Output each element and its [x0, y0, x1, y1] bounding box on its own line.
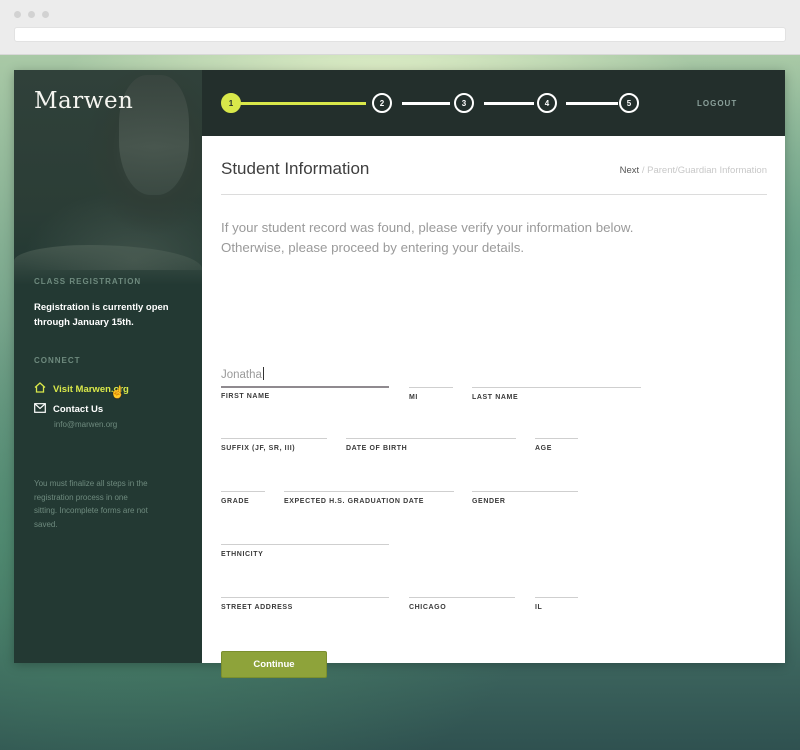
address-bar[interactable] [14, 27, 786, 42]
street-address-field[interactable]: STREET ADDRESS [221, 597, 389, 611]
next-label: Next [619, 165, 640, 176]
state-field[interactable]: IL [535, 597, 578, 611]
date-of-birth-label: DATE OF BIRTH [346, 445, 408, 452]
mi-field[interactable]: MI [409, 387, 453, 401]
step-2[interactable]: 2 [372, 93, 392, 113]
pointer-cursor-icon: ☝ [110, 385, 125, 399]
marwen-logo[interactable]: Marwen [34, 88, 133, 114]
grade-field[interactable]: GRADE [221, 491, 265, 505]
class-registration-heading: CLASS REGISTRATION [34, 277, 142, 286]
sidebar: Marwen CLASS REGISTRATION Registration i… [14, 70, 202, 663]
graduation-date-label: EXPECTED H.S. GRADUATION DATE [284, 498, 425, 505]
main-content: Student Information Next / Parent/Guardi… [202, 136, 785, 678]
progress-header: 1 2 3 4 5 LOGOUT [202, 70, 785, 136]
finalize-note: You must finalize all steps in the regis… [34, 479, 148, 529]
registration-status-text: Registration is currently open through J… [34, 302, 169, 328]
step-5[interactable]: 5 [619, 93, 639, 113]
mi-label: MI [409, 394, 418, 401]
contact-email[interactable]: info@marwen.org [54, 420, 117, 429]
suffix-field[interactable]: SUFFIX (JF, SR, III) [221, 438, 327, 452]
age-label: AGE [535, 445, 552, 452]
next-step-target: / Parent/Guardian Information [641, 165, 767, 176]
gender-field[interactable]: GENDER [472, 491, 578, 505]
contact-us-link[interactable]: Contact Us [34, 403, 103, 416]
first-name-label: FIRST NAME [221, 393, 270, 400]
last-name-field[interactable]: LAST NAME [472, 387, 641, 401]
next-step-link[interactable]: Next / Parent/Guardian Information [620, 165, 767, 176]
progress-segment-4 [566, 102, 618, 105]
grade-label: GRADE [221, 498, 250, 505]
window-controls [14, 11, 49, 18]
intro-text: If your student record was found, please… [221, 220, 634, 255]
close-dot[interactable] [14, 11, 21, 18]
step-3[interactable]: 3 [454, 93, 474, 113]
progress-segment-1 [238, 102, 366, 105]
first-name-value[interactable]: Jonatha [221, 367, 264, 381]
first-name-field[interactable]: Jonatha FIRST NAME [221, 369, 389, 400]
ethnicity-field[interactable]: ETHNICITY [221, 544, 389, 558]
city-field[interactable]: CHICAGO [409, 597, 515, 611]
ethnicity-label: ETHNICITY [221, 551, 264, 558]
title-divider [221, 194, 767, 195]
progress-segment-2 [402, 102, 450, 105]
browser-chrome [0, 0, 800, 55]
continue-button[interactable]: Continue [221, 651, 327, 678]
step-4[interactable]: 4 [537, 93, 557, 113]
city-label: CHICAGO [409, 604, 447, 611]
graduation-date-field[interactable]: EXPECTED H.S. GRADUATION DATE [284, 491, 454, 505]
connect-heading: CONNECT [34, 356, 81, 365]
progress-segment-3 [484, 102, 534, 105]
logout-link[interactable]: LOGOUT [697, 99, 737, 108]
step-1[interactable]: 1 [221, 93, 241, 113]
home-icon [34, 382, 46, 396]
age-field[interactable]: AGE [535, 438, 578, 452]
envelope-icon [34, 403, 46, 416]
page-title: Student Information [221, 159, 370, 178]
app-frame: Marwen CLASS REGISTRATION Registration i… [14, 70, 785, 678]
state-label: IL [535, 604, 543, 611]
street-address-label: STREET ADDRESS [221, 604, 293, 611]
suffix-label: SUFFIX (JF, SR, III) [221, 445, 296, 452]
minimize-dot[interactable] [28, 11, 35, 18]
date-of-birth-field[interactable]: DATE OF BIRTH [346, 438, 516, 452]
contact-link-label: Contact Us [53, 404, 104, 415]
zoom-dot[interactable] [42, 11, 49, 18]
last-name-label: LAST NAME [472, 394, 519, 401]
gender-label: GENDER [472, 498, 506, 505]
